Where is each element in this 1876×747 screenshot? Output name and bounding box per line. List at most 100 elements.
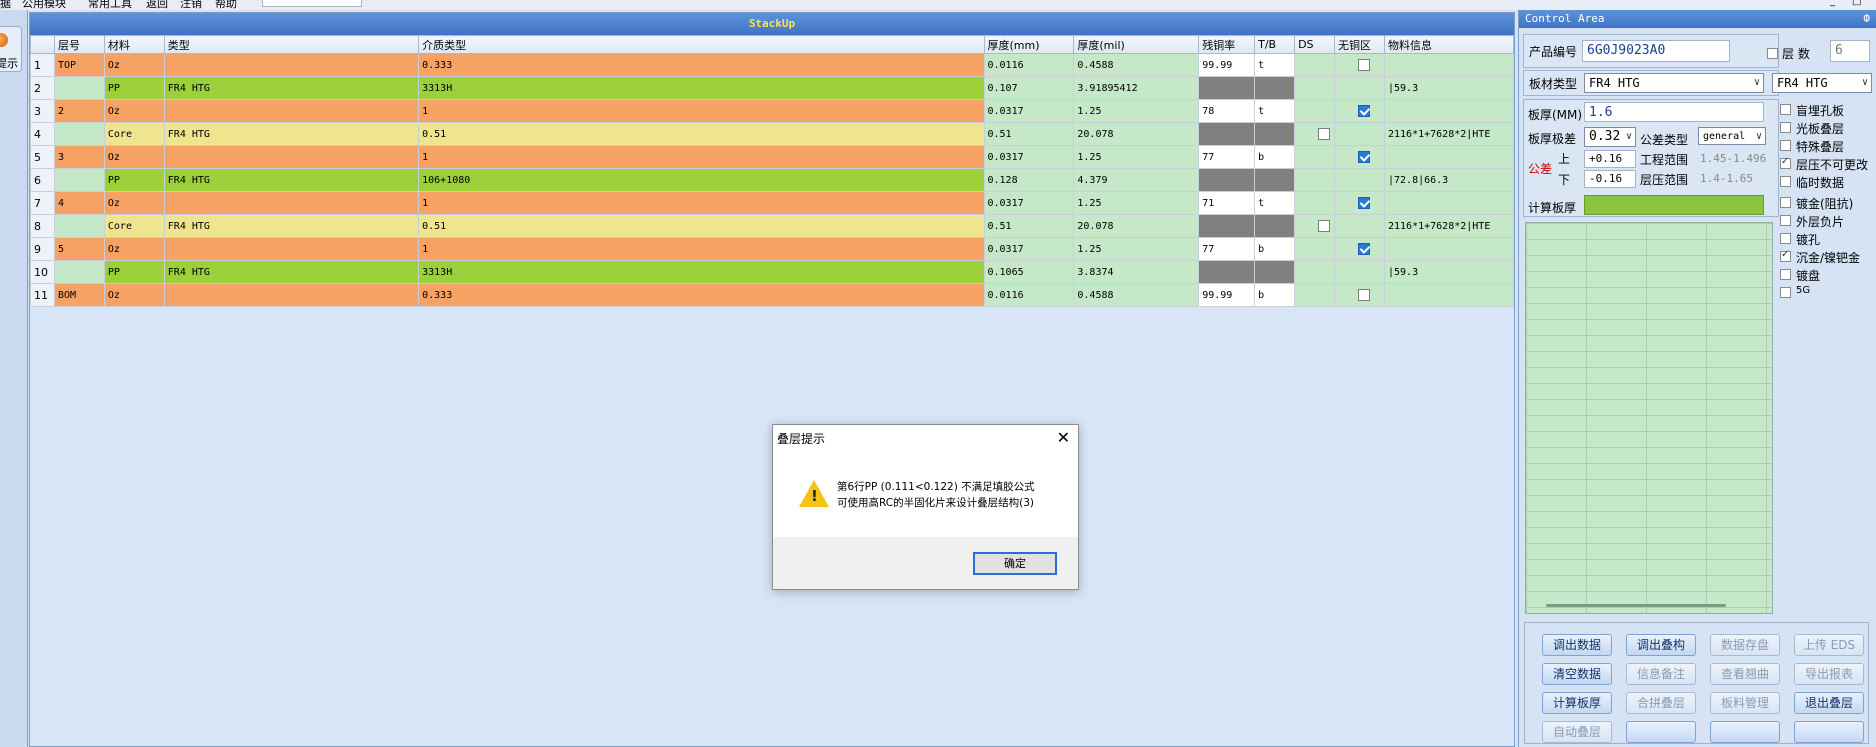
no-copper-checkbox[interactable] [1358, 151, 1371, 163]
material-info-cell[interactable] [1384, 53, 1514, 77]
material-info-cell[interactable] [1384, 99, 1514, 123]
action-button[interactable]: 清空数据 [1542, 663, 1612, 685]
menu-item-tools[interactable]: 常用工具 [88, 0, 132, 10]
material-cell[interactable]: Oz [103, 99, 165, 123]
thickness-mm-cell[interactable]: 0.51 [983, 214, 1075, 238]
dielectric-cell[interactable]: 1 [418, 191, 985, 215]
thickness-mm-cell[interactable]: 0.51 [983, 122, 1075, 146]
board-type-select-2[interactable]: FR4 HTG ∨ [1772, 73, 1872, 93]
material-cell[interactable]: Oz [103, 53, 165, 77]
stackup-row[interactable]: 4 Core FR4 HTG 0.51 0.51 20.078 2116*1+7628*2|… [30, 122, 1514, 146]
thickness-mm-cell[interactable]: 0.0116 [983, 283, 1075, 307]
material-info-cell[interactable]: 2116*1+7628*2|HTE [1384, 214, 1514, 238]
material-cell[interactable]: Core [103, 214, 165, 238]
thickness-mil-cell[interactable]: 1.25 [1073, 237, 1200, 261]
tb-cell[interactable]: b [1254, 283, 1296, 307]
row-number-cell[interactable]: 11 [30, 283, 55, 307]
action-button[interactable]: 导出报表 [1794, 663, 1864, 685]
action-button[interactable]: 板料管理 [1710, 692, 1780, 714]
no-copper-cell[interactable] [1334, 145, 1385, 169]
copper-ratio-cell[interactable] [1198, 122, 1256, 146]
dielectric-cell[interactable]: 0.51 [418, 214, 985, 238]
column-header[interactable]: 厚度(mm) [983, 35, 1075, 54]
copper-ratio-cell[interactable]: 77 [1198, 237, 1256, 261]
material-info-cell[interactable]: 2116*1+7628*2|HTE [1384, 122, 1514, 146]
stackup-row[interactable]: 8 Core FR4 HTG 0.51 0.51 20.078 2116*1+7628*2|… [30, 214, 1514, 238]
action-button[interactable] [1626, 721, 1696, 743]
material-info-cell[interactable] [1384, 283, 1514, 307]
action-button[interactable]: 退出叠层 [1794, 692, 1864, 714]
row-number-cell[interactable]: 7 [30, 191, 55, 215]
dielectric-cell[interactable]: 1 [418, 99, 985, 123]
ds-cell[interactable] [1294, 283, 1336, 307]
type-cell[interactable] [163, 283, 420, 307]
ds-cell[interactable] [1294, 168, 1336, 192]
copper-ratio-cell[interactable] [1198, 214, 1256, 238]
no-copper-checkbox[interactable] [1358, 243, 1371, 255]
thickness-mm-cell[interactable]: 0.0317 [983, 191, 1075, 215]
thickness-mil-cell[interactable]: 3.8374 [1073, 260, 1200, 284]
column-header[interactable]: 层号 [53, 35, 105, 54]
ds-cell[interactable] [1294, 76, 1336, 100]
layer-cell[interactable]: 2 [53, 99, 105, 123]
material-cell[interactable]: Oz [103, 145, 165, 169]
tol-type-select[interactable]: general ∨ [1698, 127, 1766, 145]
tb-cell[interactable] [1254, 214, 1296, 238]
no-copper-cell[interactable] [1334, 260, 1385, 284]
menu-item-data[interactable]: 据 [0, 0, 11, 10]
thickness-mm-cell[interactable]: 0.128 [983, 168, 1075, 192]
type-cell[interactable] [163, 53, 420, 77]
type-cell[interactable]: FR4 HTG [163, 260, 420, 284]
ds-cell[interactable] [1294, 99, 1336, 123]
dielectric-cell[interactable]: 0.51 [418, 122, 985, 146]
action-button[interactable]: 合拼叠层 [1626, 692, 1696, 714]
type-cell[interactable]: FR4 HTG [163, 76, 420, 100]
no-copper-checkbox[interactable] [1358, 289, 1371, 301]
copper-ratio-cell[interactable]: 99.99 [1198, 283, 1256, 307]
tip-tab[interactable]: 提示 [0, 26, 22, 72]
ds-cell[interactable] [1294, 237, 1336, 261]
row-number-cell[interactable]: 1 [30, 53, 55, 77]
action-button[interactable]: 数据存盘 [1710, 634, 1780, 656]
thickness-mil-cell[interactable]: 1.25 [1073, 99, 1200, 123]
no-copper-checkbox[interactable] [1358, 59, 1371, 71]
column-header[interactable]: DS [1294, 35, 1336, 54]
dielectric-cell[interactable]: 1 [418, 237, 985, 261]
row-number-cell[interactable]: 8 [30, 214, 55, 238]
type-cell[interactable]: FR4 HTG [163, 214, 420, 238]
copper-ratio-cell[interactable]: 78 [1198, 99, 1256, 123]
dielectric-cell[interactable]: 0.333 [418, 283, 985, 307]
thickness-mm-cell[interactable]: 0.0317 [983, 145, 1075, 169]
row-number-cell[interactable]: 4 [30, 122, 55, 146]
action-button[interactable]: 计算板厚 [1542, 692, 1612, 714]
type-cell[interactable] [163, 191, 420, 215]
tol-select[interactable]: 0.32 ∨ [1584, 127, 1636, 147]
action-button[interactable] [1710, 721, 1780, 743]
minimize-icon[interactable]: _ [1830, 0, 1835, 7]
action-button[interactable]: 信息备注 [1626, 663, 1696, 685]
type-cell[interactable]: FR4 HTG [163, 122, 420, 146]
option-checkbox[interactable] [1780, 197, 1791, 208]
material-cell[interactable]: PP [103, 260, 165, 284]
ok-button[interactable]: 确定 [973, 552, 1057, 575]
column-header[interactable]: T/B [1254, 35, 1296, 54]
thickness-mil-cell[interactable]: 0.4588 [1073, 283, 1200, 307]
thickness-mil-cell[interactable]: 0.4588 [1073, 53, 1200, 77]
row-number-cell[interactable]: 10 [30, 260, 55, 284]
dielectric-cell[interactable]: 3313H [418, 260, 985, 284]
tb-cell[interactable] [1254, 122, 1296, 146]
tb-cell[interactable] [1254, 260, 1296, 284]
row-number-cell[interactable]: 2 [30, 76, 55, 100]
menu-item-help[interactable]: 帮助 [215, 0, 237, 10]
no-copper-cell[interactable] [1334, 191, 1385, 215]
no-copper-cell[interactable] [1334, 237, 1385, 261]
layer-cell[interactable]: 5 [53, 237, 105, 261]
thickness-mil-cell[interactable]: 20.078 [1073, 214, 1200, 238]
layer-cell[interactable]: BOM [53, 283, 105, 307]
option-checkbox[interactable] [1780, 215, 1791, 226]
tb-cell[interactable]: t [1254, 53, 1296, 77]
tb-cell[interactable]: t [1254, 99, 1296, 123]
calc-thickness-field[interactable] [1584, 195, 1764, 215]
option-checkbox[interactable] [1780, 269, 1791, 280]
no-copper-cell[interactable] [1334, 76, 1385, 100]
